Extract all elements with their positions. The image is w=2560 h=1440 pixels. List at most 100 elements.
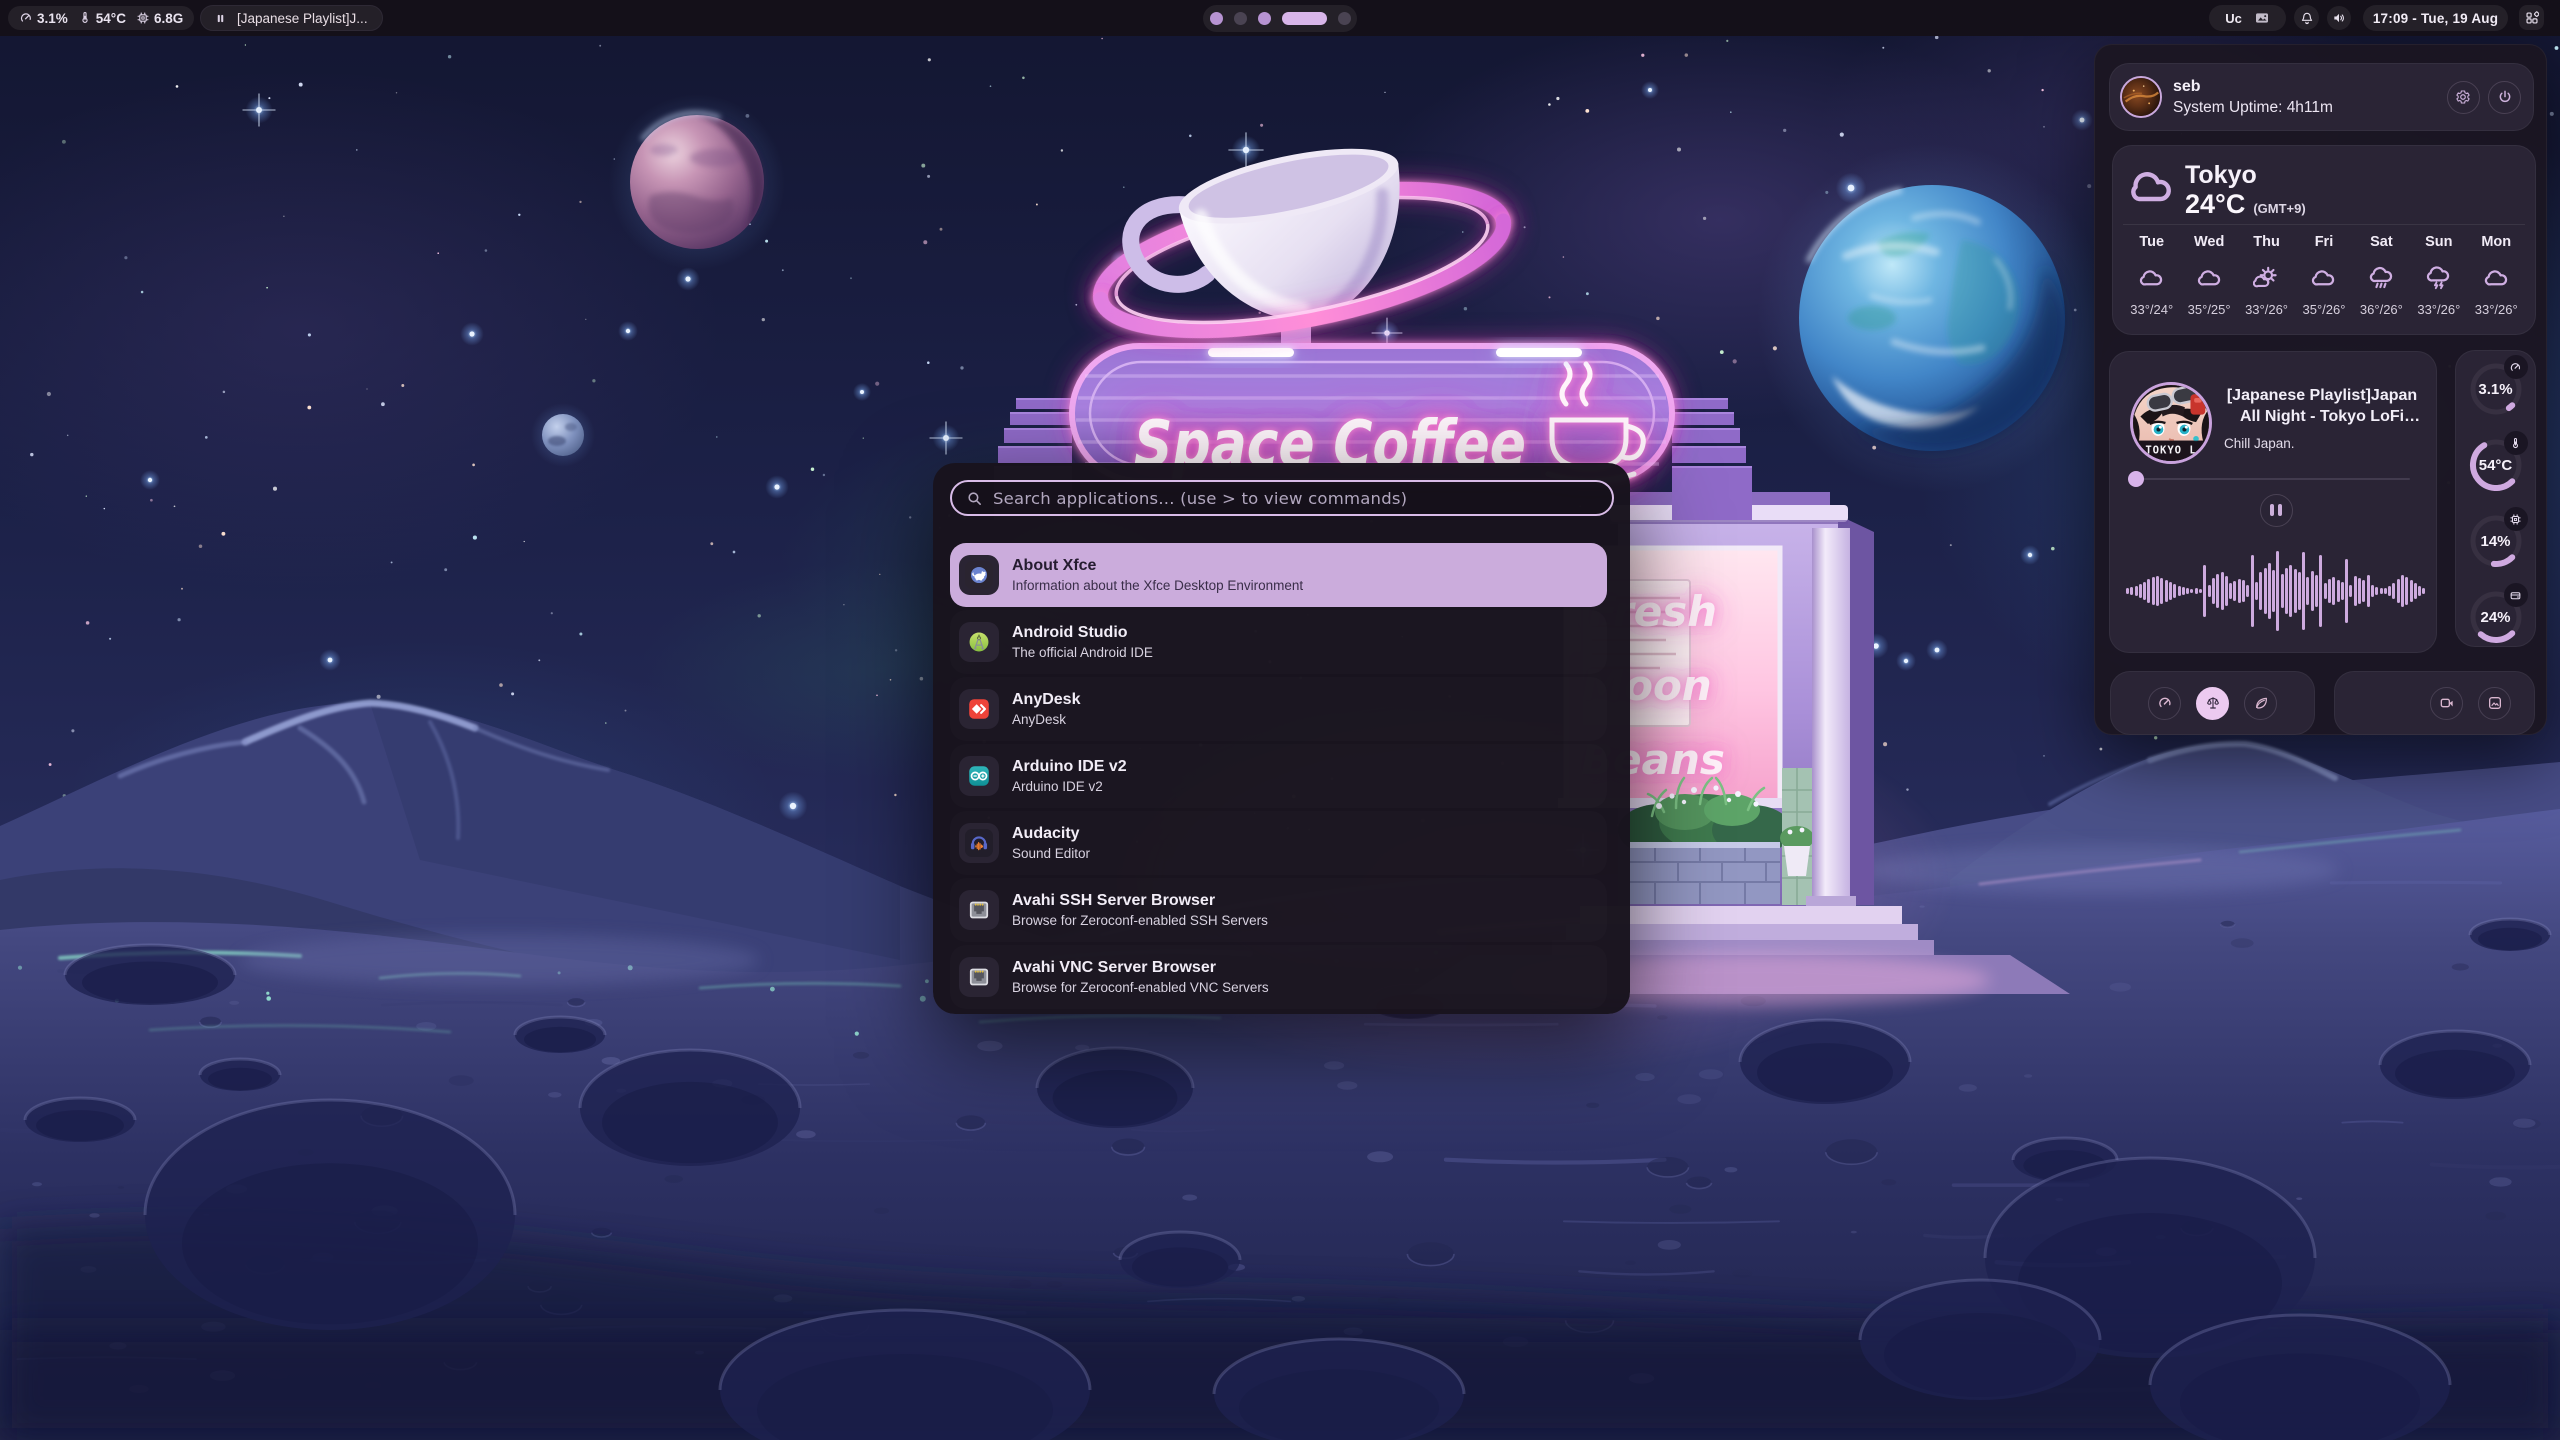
control-center: seb System Uptime: 4h11m Tokyo 24°C (GMT…: [2094, 44, 2547, 735]
app-list: About Xfce Information about the Xfce De…: [950, 543, 1614, 1009]
waveform-bar: [2126, 588, 2129, 594]
waveform-bar: [2238, 579, 2241, 603]
speedometer-icon: [2157, 695, 2173, 711]
waveform-bar: [2319, 555, 2322, 627]
cloud-icon: [2196, 264, 2223, 291]
forecast-day: Sat 36°/26°: [2353, 234, 2410, 317]
tool-button[interactable]: [2478, 687, 2511, 720]
waveform-bar: [2139, 584, 2142, 598]
waveform-bar: [2272, 570, 2275, 612]
waveform-bar: [2341, 582, 2344, 600]
audacity-icon: [959, 823, 999, 863]
audio-waveform: [2126, 548, 2426, 634]
arduino-icon: [959, 756, 999, 796]
pause-button[interactable]: [2260, 494, 2293, 527]
weather-card: Tokyo 24°C (GMT+9) Tue 33°/24° Wed 35°/2…: [2112, 145, 2536, 335]
tool-button[interactable]: [2430, 687, 2463, 720]
volume-button[interactable]: [2327, 6, 2351, 30]
list-item[interactable]: Avahi VNC Server Browser Browse for Zero…: [950, 945, 1607, 1009]
media-player-card: TOKYO L [Japanese Playlist]Japan All Nig…: [2109, 351, 2437, 653]
workspace-dot[interactable]: [1234, 12, 1247, 25]
day-label: Fri: [2315, 234, 2334, 256]
waveform-bar: [2178, 586, 2181, 596]
system-stats-pill[interactable]: 3.1% 54°C 6.8G: [8, 6, 194, 30]
waveform-bar: [2264, 568, 2267, 614]
app-grid-button[interactable]: [2519, 5, 2544, 30]
speedometer-icon: [19, 11, 33, 25]
waveform-bar: [2242, 580, 2245, 602]
day-temps: 33°/26°: [2245, 302, 2288, 317]
waveform-bar: [2143, 582, 2146, 600]
list-item[interactable]: Audacity Sound Editor: [950, 811, 1607, 875]
grid-icon: [2525, 11, 2539, 25]
list-item[interactable]: Android Studio The official Android IDE: [950, 610, 1607, 674]
list-item[interactable]: About Xfce Information about the Xfce De…: [950, 543, 1607, 607]
waveform-bar: [2371, 585, 2374, 597]
day-temps: 33°/24°: [2130, 302, 2173, 317]
tray-app-icon[interactable]: Uc: [2225, 11, 2242, 26]
user-card: seb System Uptime: 4h11m: [2109, 63, 2534, 131]
waveform-bar: [2324, 583, 2327, 599]
waveform-bar: [2289, 565, 2292, 617]
waveform-bar: [2229, 583, 2232, 599]
day-temps: 33°/26°: [2417, 302, 2460, 317]
waveform-bar: [2212, 578, 2215, 604]
forecast-day: Thu 33°/26°: [2238, 234, 2295, 317]
progress-thumb[interactable]: [2128, 471, 2144, 487]
notifications-button[interactable]: [2294, 5, 2319, 30]
waveform-bar: [2255, 582, 2258, 600]
app-subtitle: The official Android IDE: [1012, 645, 1153, 661]
weather-temp: 24°C: [2185, 189, 2245, 220]
progress-track[interactable]: [2133, 478, 2410, 480]
app-launcher: Search applications... (use > to view co…: [933, 463, 1630, 1014]
waveform-bar: [2298, 572, 2301, 610]
app-title: AnyDesk: [1012, 690, 1080, 709]
screenshot-tray-icon[interactable]: [2254, 10, 2270, 26]
app-subtitle: Browse for Zeroconf-enabled SSH Servers: [1012, 913, 1268, 929]
weather-timezone: (GMT+9): [2253, 201, 2305, 216]
system-tray[interactable]: Uc: [2209, 5, 2286, 31]
waveform-bar: [2337, 580, 2340, 602]
waveform-bar: [2203, 565, 2206, 617]
planet-mars: [609, 94, 785, 270]
power-button[interactable]: [2488, 81, 2521, 114]
workspace-dot[interactable]: [1338, 12, 1351, 25]
waveform-bar: [2173, 584, 2176, 598]
workspace-dot[interactable]: [1210, 12, 1223, 25]
list-item[interactable]: Arduino IDE v2 Arduino IDE v2: [950, 744, 1607, 808]
list-item[interactable]: AnyDesk AnyDesk: [950, 677, 1607, 741]
system-gauge: 14%: [2468, 513, 2524, 569]
clock[interactable]: 17:09 - Tue, 19 Aug: [2363, 5, 2508, 31]
day-temps: 35°/25°: [2188, 302, 2231, 317]
workspace-dot[interactable]: [1282, 12, 1327, 25]
workspace-indicator[interactable]: [1203, 5, 1357, 32]
list-item[interactable]: Avahi SSH Server Browser Browse for Zero…: [950, 878, 1607, 942]
android-studio-icon: [959, 622, 999, 662]
waveform-bar: [2246, 585, 2249, 597]
album-art[interactable]: TOKYO L: [2130, 382, 2212, 464]
now-playing-pill[interactable]: [Japanese Playlist]J...: [200, 5, 383, 31]
tool-button[interactable]: [2244, 687, 2277, 720]
search-input[interactable]: Search applications... (use > to view co…: [950, 480, 1614, 516]
username: seb: [2173, 76, 2447, 97]
workspace-dot[interactable]: [1258, 12, 1271, 25]
app-title: Avahi VNC Server Browser: [1012, 958, 1269, 977]
weather-city: Tokyo: [2185, 162, 2306, 189]
waveform-bar: [2422, 588, 2425, 594]
waveform-bar: [2367, 575, 2370, 607]
avatar[interactable]: [2120, 76, 2162, 118]
waveform-bar: [2268, 563, 2271, 619]
waveform-bar: [2281, 574, 2284, 608]
app-title: About Xfce: [1012, 556, 1303, 575]
settings-button[interactable]: [2447, 81, 2480, 114]
waveform-bar: [2135, 586, 2138, 596]
waveform-bar: [2354, 576, 2357, 606]
weather-cloud-icon: [2125, 164, 2175, 206]
tool-button[interactable]: [2196, 687, 2229, 720]
tool-button[interactable]: [2148, 687, 2181, 720]
anydesk-icon: [959, 689, 999, 729]
waveform-bar: [2362, 580, 2365, 602]
scales-icon: [2205, 695, 2221, 711]
waveform-bar: [2195, 588, 2198, 594]
waveform-bar: [2345, 559, 2348, 623]
